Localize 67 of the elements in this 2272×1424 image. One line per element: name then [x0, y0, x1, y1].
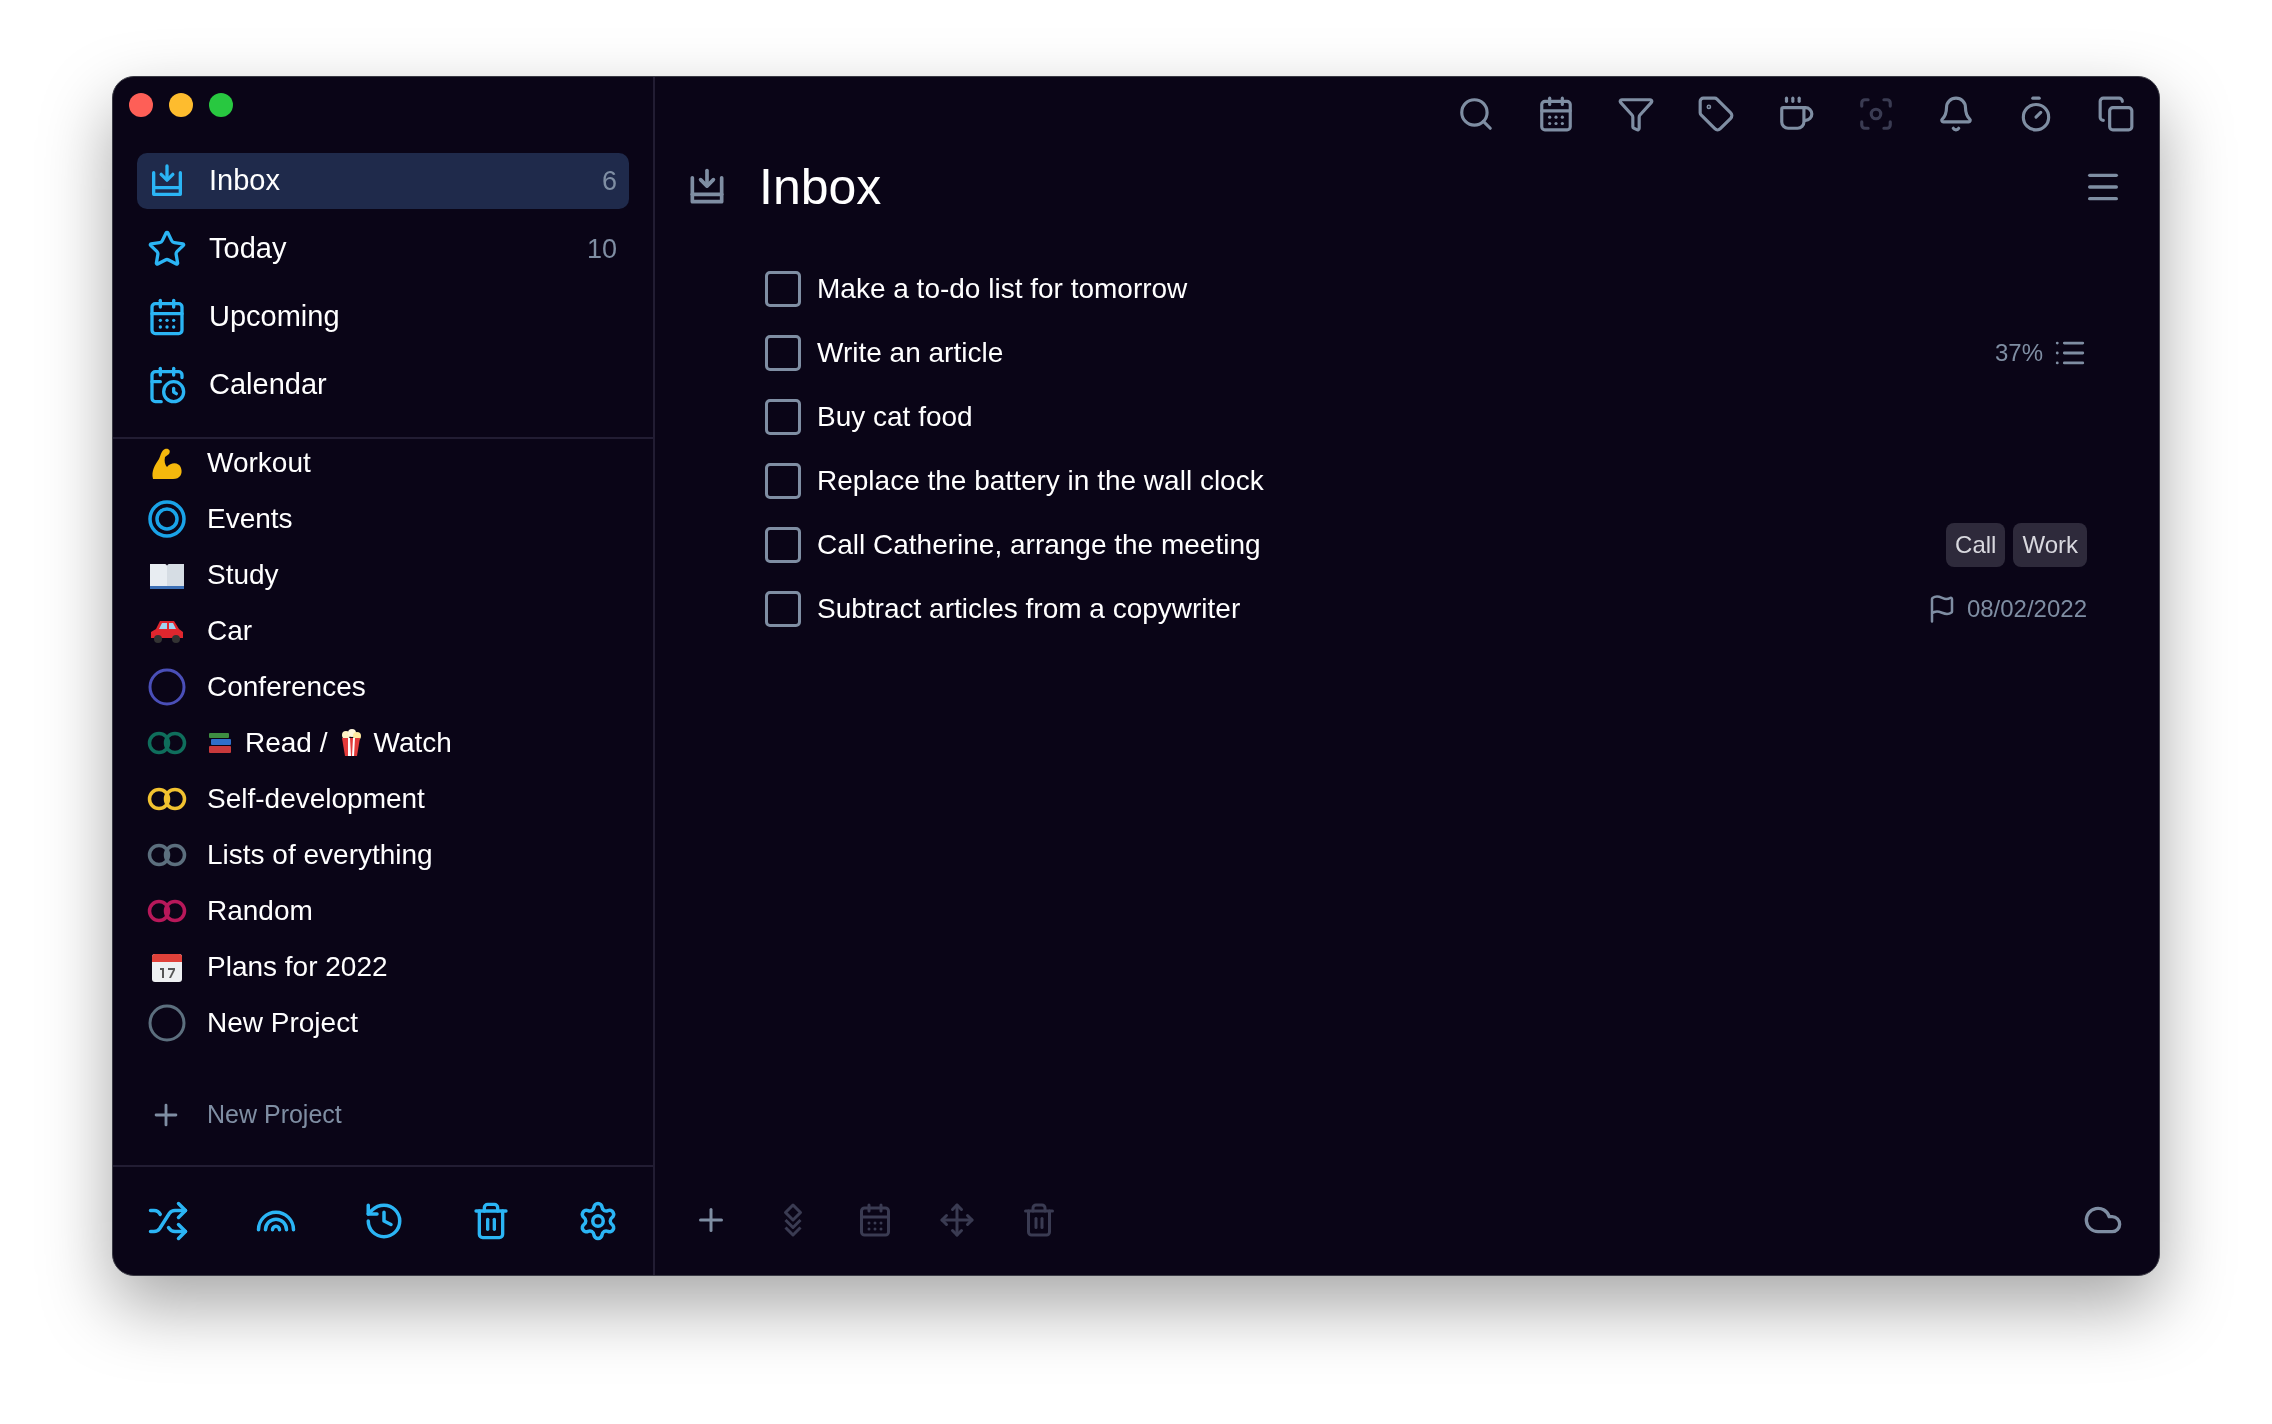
- sidebar-item[interactable]: Upcoming: [137, 289, 629, 345]
- tag-icon[interactable]: [1697, 95, 1735, 133]
- close-window-button[interactable]: [129, 93, 153, 117]
- project-item[interactable]: New Project: [137, 999, 629, 1047]
- books-icon: [207, 731, 233, 755]
- item-count: 10: [586, 232, 617, 266]
- project-item[interactable]: Read / Watch: [137, 719, 629, 767]
- filter-icon[interactable]: [1617, 95, 1655, 133]
- new-project-button[interactable]: New Project: [113, 1091, 653, 1139]
- task-title: Write an article: [817, 336, 1005, 370]
- shuffle-icon[interactable]: [147, 1200, 189, 1242]
- item-count: 6: [601, 164, 617, 198]
- due-date: 08/02/2022: [1966, 594, 2087, 624]
- copy-icon[interactable]: [2097, 95, 2135, 133]
- item-label: Study: [207, 558, 279, 592]
- sidebar-item[interactable]: Calendar: [137, 357, 629, 413]
- item-label: Upcoming: [209, 299, 341, 335]
- task-title: Replace the battery in the wall clock: [817, 464, 1265, 498]
- search-icon[interactable]: [1457, 95, 1495, 133]
- task-checkbox[interactable]: [765, 399, 801, 435]
- project-item[interactable]: Study: [137, 551, 629, 599]
- calendar-icon: [147, 297, 187, 337]
- item-label: New Project: [207, 1006, 358, 1040]
- bell-icon[interactable]: [1937, 95, 1975, 133]
- project-item[interactable]: Conferences: [137, 663, 629, 711]
- item-label: Today: [209, 231, 288, 267]
- item-label: Events: [207, 502, 293, 536]
- item-label: Calendar: [209, 367, 328, 403]
- task-checkbox[interactable]: [765, 271, 801, 307]
- project-item[interactable]: Self-development: [137, 775, 629, 823]
- calendar-clock-icon: [147, 365, 187, 405]
- project-item[interactable]: Plans for 2022: [137, 943, 629, 991]
- project-item[interactable]: Events: [137, 495, 629, 543]
- popcorn-icon: [339, 729, 362, 757]
- item-label: Conferences: [207, 670, 366, 704]
- zoom-window-button[interactable]: [209, 93, 233, 117]
- task-checkbox[interactable]: [765, 463, 801, 499]
- item-label: Lists of everything: [207, 838, 433, 872]
- task-title: Call Catherine, arrange the meeting: [817, 528, 1262, 562]
- project-item[interactable]: Car: [137, 607, 629, 655]
- minimize-window-button[interactable]: [169, 93, 193, 117]
- task-checkbox[interactable]: [765, 527, 801, 563]
- sidebar-item[interactable]: Today 10: [137, 221, 629, 277]
- sidebar-item[interactable]: Inbox 6: [137, 153, 629, 209]
- item-label: Random: [207, 894, 313, 928]
- item-label: Car: [207, 614, 253, 648]
- project-item[interactable]: Lists of everything: [137, 831, 629, 879]
- tag-label[interactable]: Work: [2013, 523, 2087, 567]
- task-checkbox[interactable]: [765, 335, 801, 371]
- project-item[interactable]: Workout: [137, 439, 629, 487]
- item-label: Workout: [207, 446, 311, 480]
- item-label: Plans for 2022: [207, 950, 388, 984]
- task-title: Make a to-do list for tomorrow: [817, 272, 1189, 306]
- item-label: Watch: [373, 726, 452, 760]
- star-icon: [147, 229, 187, 269]
- item-label: Self-development: [207, 782, 425, 816]
- page-title: Inbox: [759, 157, 883, 217]
- tag-label[interactable]: Call: [1946, 523, 2006, 567]
- item-label: Inbox: [209, 163, 281, 199]
- cup-icon[interactable]: [1777, 95, 1815, 133]
- calendar-icon[interactable]: [1537, 95, 1575, 133]
- task-checkbox[interactable]: [765, 591, 801, 627]
- project-item[interactable]: Random: [137, 887, 629, 935]
- progress-text: 37%: [1994, 338, 2043, 368]
- item-label: Read /: [245, 726, 328, 760]
- task-title: Buy cat food: [817, 400, 974, 434]
- task-title: Subtract articles from a copywriter: [817, 592, 1242, 626]
